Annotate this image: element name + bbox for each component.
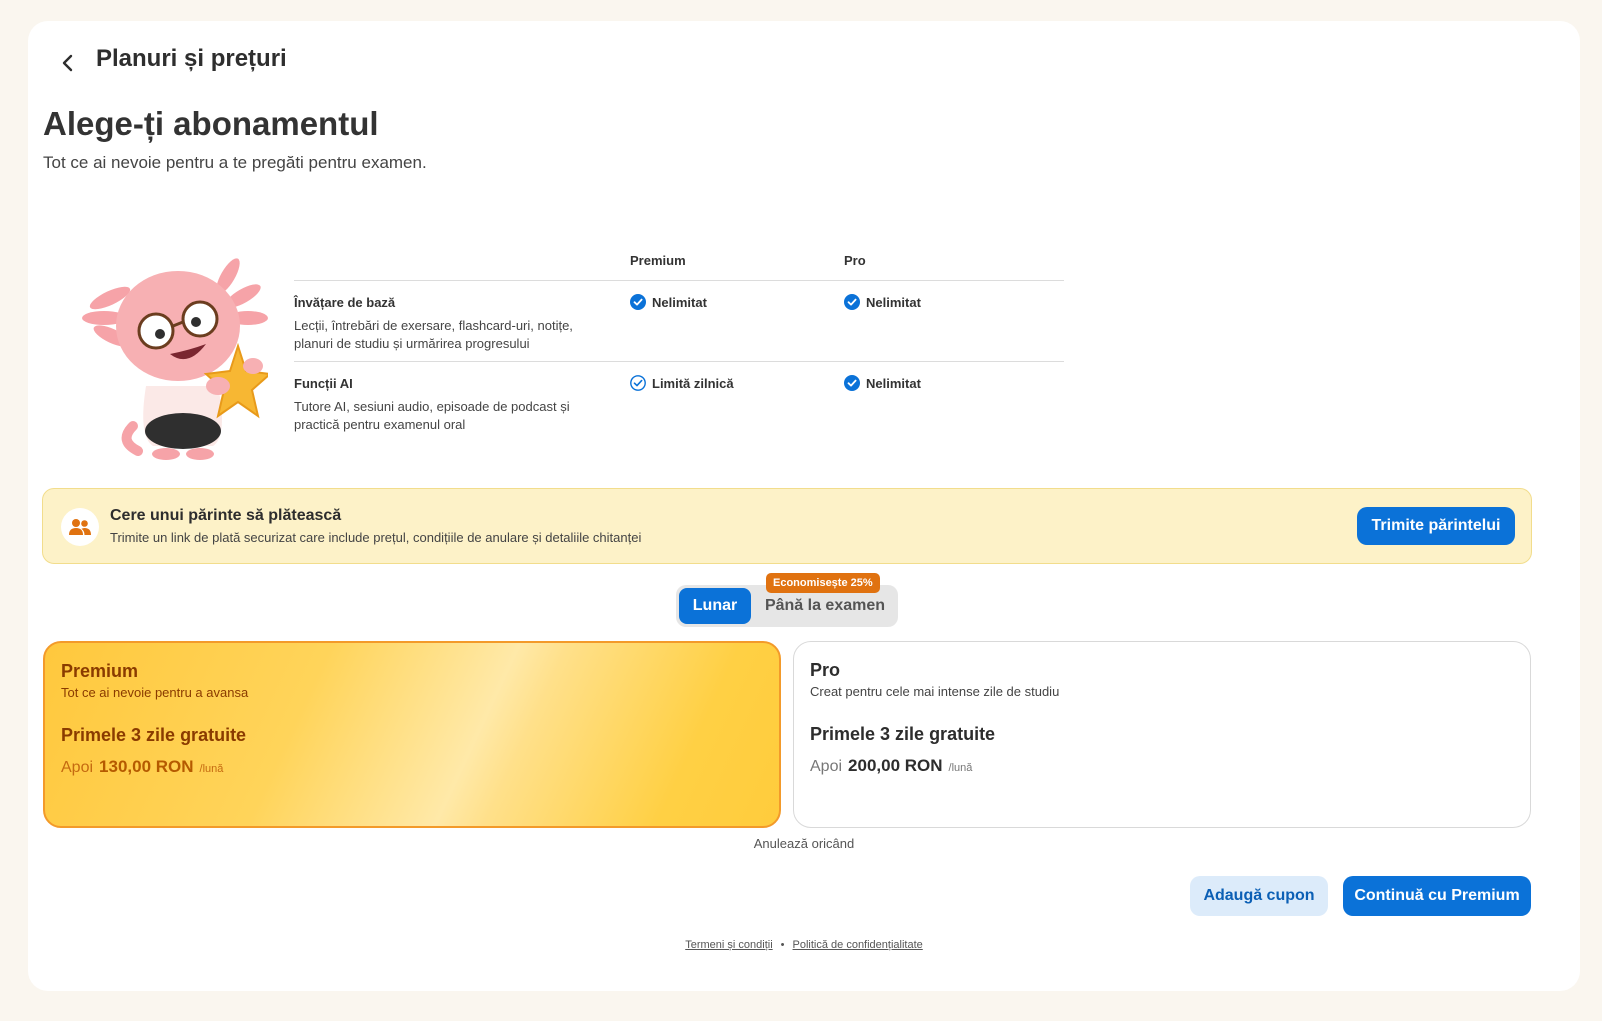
feature-value-pro: Nelimitat xyxy=(844,294,921,310)
plan-price: Apoi 130,00 RON /lună xyxy=(61,757,223,777)
feature-name: Funcții AI xyxy=(294,376,353,391)
parent-payment-banner: Cere unui părinte să plătească Trimite u… xyxy=(42,488,1532,564)
privacy-link[interactable]: Politică de confidențialitate xyxy=(793,939,923,951)
axolotl-mascot xyxy=(82,258,268,460)
feature-value-premium: Limită zilnică xyxy=(630,375,734,391)
feature-value-premium: Nelimitat xyxy=(630,294,707,310)
plan-name: Premium xyxy=(61,661,139,681)
page-title: Alege-ți abonamentul xyxy=(43,105,379,142)
chevron-left-icon xyxy=(62,54,73,72)
feature-name: Învățare de bază xyxy=(294,295,396,310)
plan-card-premium[interactable]: Premium Tot ce ai nevoie pentru a avansa… xyxy=(43,641,781,828)
plan-price: Apoi 200,00 RON /lună xyxy=(810,756,972,776)
table-row: Funcții AI Tutore AI, sesiuni audio, epi… xyxy=(294,362,1064,443)
price-amount: 200,00 RON xyxy=(848,756,943,775)
check-circle-outline-icon xyxy=(630,375,646,391)
price-prefix: Apoi xyxy=(810,758,843,775)
check-circle-filled-icon xyxy=(630,294,646,310)
parent-banner-title: Cere unui părinte să plătească xyxy=(110,507,342,524)
feature-value-text: Nelimitat xyxy=(866,294,921,310)
footer-separator: • xyxy=(780,939,785,951)
price-prefix: Apoi xyxy=(61,759,94,776)
feature-value-pro: Nelimitat xyxy=(844,375,921,391)
add-coupon-button[interactable]: Adaugă cupon xyxy=(1190,876,1328,916)
price-amount: 130,00 RON xyxy=(99,757,194,776)
continue-premium-button[interactable]: Continuă cu Premium xyxy=(1343,876,1531,916)
table-header: Premium Pro xyxy=(294,245,1064,281)
toggle-option-until-exam[interactable]: Până la examen xyxy=(756,588,894,624)
check-circle-filled-icon xyxy=(844,294,860,310)
feature-value-text: Limită zilnică xyxy=(652,375,734,391)
parent-banner-subtitle: Trimite un link de plată securizat care … xyxy=(110,530,642,545)
footer-links: Termeni și condiții • Politică de confid… xyxy=(28,939,1580,951)
column-header-premium: Premium xyxy=(630,253,686,268)
page-subtitle: Tot ce ai nevoie pentru a te pregăti pen… xyxy=(43,153,427,172)
savings-badge: Economisește 25% xyxy=(766,573,880,593)
plans-page: Planuri și prețuri Alege-ți abonamentul … xyxy=(28,21,1580,991)
plan-trial: Primele 3 zile gratuite xyxy=(61,725,247,745)
table-row: Învățare de bază Lecții, întrebări de ex… xyxy=(294,281,1064,362)
back-button[interactable] xyxy=(52,47,84,79)
toggle-option-monthly[interactable]: Lunar xyxy=(679,588,751,624)
cancel-anytime-note: Anulează oricând xyxy=(753,836,855,851)
send-to-parent-button[interactable]: Trimite părintelui xyxy=(1357,507,1515,545)
plan-description: Tot ce ai nevoie pentru a avansa xyxy=(61,685,249,700)
feature-comparison-table: Premium Pro Învățare de bază Lecții, înt… xyxy=(294,245,1064,443)
price-period: /lună xyxy=(948,762,973,774)
plan-card-pro[interactable]: Pro Creat pentru cele mai intense zile d… xyxy=(793,641,1531,828)
check-circle-filled-icon xyxy=(844,375,860,391)
plan-description: Creat pentru cele mai intense zile de st… xyxy=(810,684,1060,699)
feature-value-text: Nelimitat xyxy=(866,375,921,391)
column-header-pro: Pro xyxy=(844,253,866,268)
price-period: /lună xyxy=(199,763,224,775)
feature-description: Tutore AI, sesiuni audio, episoade de po… xyxy=(294,399,570,432)
plan-trial: Primele 3 zile gratuite xyxy=(810,724,996,744)
feature-description: Lecții, întrebări de exersare, flashcard… xyxy=(294,318,573,351)
feature-value-text: Nelimitat xyxy=(652,294,707,310)
terms-link[interactable]: Termeni și condiții xyxy=(685,939,772,951)
users-icon xyxy=(61,508,99,546)
header-title: Planuri și prețuri xyxy=(96,45,287,72)
plan-name: Pro xyxy=(810,660,841,680)
